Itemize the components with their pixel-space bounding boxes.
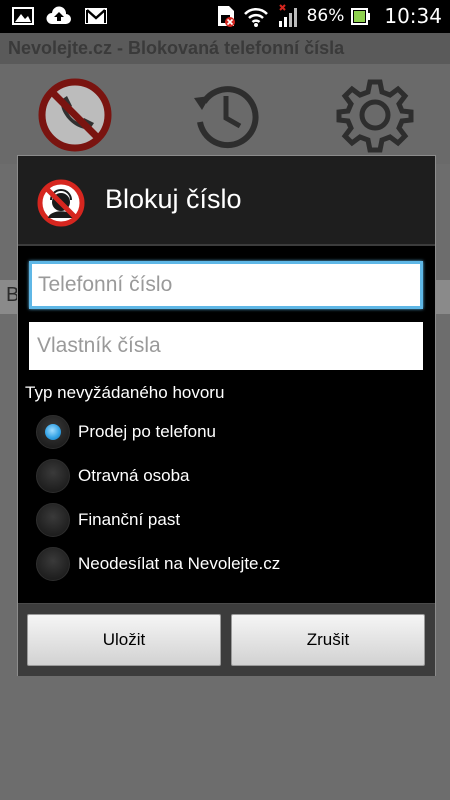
- notification-icons: [12, 6, 108, 26]
- radio-option-annoying-person[interactable]: Otravná osoba: [36, 458, 416, 494]
- clock: 10:34: [384, 4, 442, 28]
- battery-icon: [351, 8, 371, 25]
- radio-button[interactable]: [36, 459, 70, 493]
- phone-number-input[interactable]: [29, 261, 423, 309]
- radio-option-telemarketing[interactable]: Prodej po telefonu: [36, 414, 416, 450]
- save-button[interactable]: Uložit: [27, 614, 221, 666]
- signal-icon: [278, 4, 297, 27]
- status-bar: 86% 10:34: [0, 0, 450, 33]
- settings-gear-icon[interactable]: [336, 76, 414, 154]
- history-icon[interactable]: [186, 76, 264, 154]
- image-icon: [12, 7, 34, 25]
- call-type-label: Typ nevyžádaného hovoru: [25, 383, 225, 402]
- owner-name-input[interactable]: [29, 322, 423, 370]
- dialog-header: Blokuj číslo: [18, 156, 435, 246]
- cancel-button[interactable]: Zrušit: [231, 614, 425, 666]
- battery-percent: 86%: [306, 6, 345, 26]
- block-number-dialog: Blokuj číslo Typ nevyžádaného hovoru Pro…: [17, 155, 436, 676]
- gmail-icon: [85, 8, 107, 24]
- sim-blocked-icon: [217, 6, 235, 27]
- dialog-title: Blokuj číslo: [105, 184, 242, 214]
- radio-option-do-not-send[interactable]: Neodesílat na Nevolejte.cz: [36, 546, 416, 582]
- radio-label: Prodej po telefonu: [78, 422, 216, 441]
- radio-label: Finanční past: [78, 510, 181, 529]
- radio-label: Neodesílat na Nevolejte.cz: [78, 554, 281, 573]
- wifi-icon: [243, 7, 268, 27]
- radio-button-checked[interactable]: [36, 415, 70, 449]
- radio-button[interactable]: [36, 503, 70, 537]
- blocked-caller-logo-icon: [37, 179, 85, 227]
- system-icons: 86% 10:34: [216, 4, 442, 28]
- app-title-bar: Nevolejte.cz - Blokovaná telefonní čísla: [0, 33, 450, 64]
- dialog-button-bar: Uložit Zrušit: [18, 603, 435, 676]
- radio-option-financial-trap[interactable]: Finanční past: [36, 502, 416, 538]
- radio-button[interactable]: [36, 547, 70, 581]
- app-toolbar: [0, 64, 450, 164]
- radio-label: Otravná osoba: [78, 466, 190, 485]
- cloud-upload-icon: [46, 6, 71, 24]
- blocked-call-icon[interactable]: [36, 76, 114, 154]
